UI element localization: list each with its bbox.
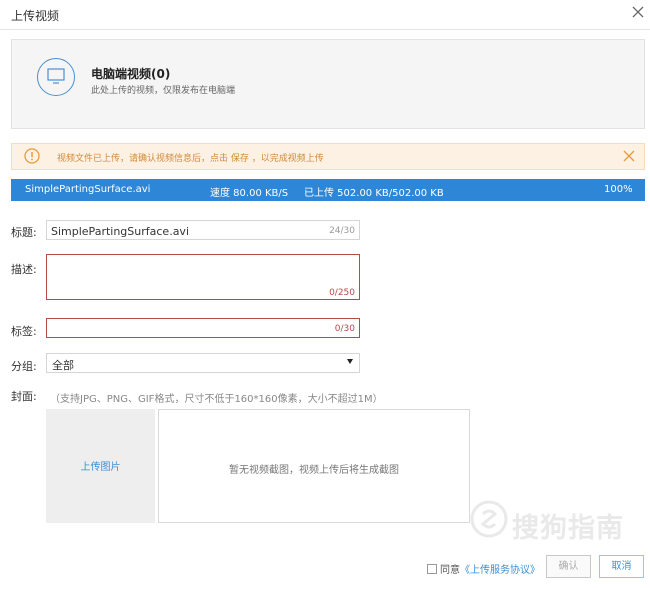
video-source-panel[interactable]: 电脑端视频(0) 此处上传的视频，仅限发布在电脑端 [11,39,645,129]
description-counter: 0/250 [329,288,355,298]
description-label: 描述: [11,263,37,276]
tags-input[interactable] [51,322,311,336]
upload-image-button[interactable]: 上传图片 [46,409,155,523]
caret-down-icon [347,359,353,364]
watermark-logo-icon [470,500,508,538]
description-field[interactable]: 0/250 [46,254,360,300]
watermark: 搜狗指南 [470,500,623,544]
cover-hint: （支持JPG、PNG、GIF格式，尺寸不低于160*160像素，大小不超过1M） [50,394,383,405]
progress-uploaded: 已上传 502.00 KB/502.00 KB [304,188,444,199]
notice-text: 视频文件已上传，请确认视频信息后，点击 保存 ，以完成视频上传 [57,154,324,164]
agreement-row: 同意《上传服务协议》 [427,561,540,576]
dialog-titlebar: 上传视频 [0,0,650,30]
warning-icon [24,148,40,164]
group-label: 分组: [11,360,37,373]
cover-label: 封面: [11,390,37,403]
title-field[interactable]: 24/30 [46,220,360,240]
close-notice-icon[interactable] [622,149,636,163]
progress-speed: 速度 80.00 KB/S [210,188,289,199]
tags-label: 标签: [11,325,37,338]
group-select[interactable]: 全部 [46,353,360,373]
confirm-button[interactable]: 确认 [546,555,591,578]
source-name: 电脑端视频(0) [91,67,171,81]
upload-notice: 视频文件已上传，请确认视频信息后，点击 保存 ，以完成视频上传 [11,143,645,170]
agree-label: 同意 [440,565,460,576]
close-icon[interactable] [630,4,646,20]
agreement-link[interactable]: 《上传服务协议》 [460,565,540,576]
progress-percent: 100% [604,184,633,195]
title-counter: 24/30 [329,226,355,236]
screenshot-preview: 暂无视频截图，视频上传后将生成截图 [158,409,470,523]
upload-image-label: 上传图片 [80,462,121,473]
progress-filename: SimplePartingSurface.avi [25,184,151,195]
tags-field[interactable]: 0/30 [46,318,360,338]
description-textarea[interactable] [51,258,351,286]
source-description: 此处上传的视频，仅限发布在电脑端 [91,86,236,96]
tags-counter: 0/30 [334,324,355,334]
monitor-icon [37,58,75,96]
group-selected-value: 全部 [52,359,74,372]
title-input[interactable] [51,224,301,238]
upload-progress-bar: SimplePartingSurface.avi 速度 80.00 KB/S 已… [11,179,645,201]
watermark-text: 搜狗指南 [512,513,624,544]
no-screenshot-text: 暂无视频截图，视频上传后将生成截图 [229,465,399,476]
cancel-button[interactable]: 取消 [599,555,644,578]
dialog-title: 上传视频 [11,9,60,23]
agree-checkbox[interactable] [427,564,437,574]
title-label: 标题: [11,226,37,239]
